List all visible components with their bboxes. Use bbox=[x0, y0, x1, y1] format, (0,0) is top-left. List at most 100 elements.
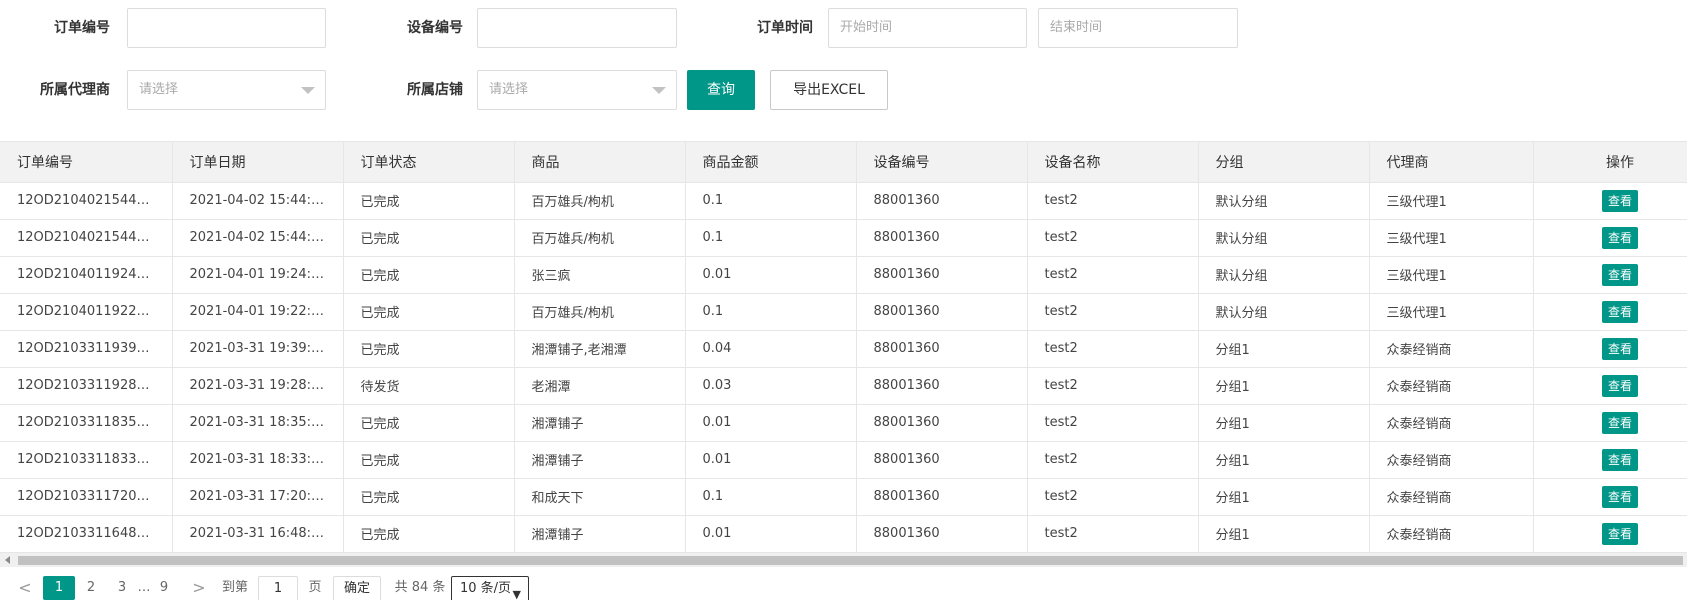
page-3-button[interactable]: 3 bbox=[111, 576, 133, 600]
column-header: 订单编号 bbox=[0, 142, 173, 183]
table-cell: 0.03 bbox=[685, 367, 857, 405]
table-cell: 已完成 bbox=[343, 515, 515, 553]
action-cell: 查看 bbox=[1532, 219, 1687, 257]
table-row: 12OD210401192221… 2021-04-01 19:22:21 已完成百… bbox=[0, 293, 1687, 331]
table-cell: 已完成 bbox=[343, 293, 515, 331]
view-button[interactable]: 查看 bbox=[1601, 374, 1638, 397]
action-cell: 查看 bbox=[1532, 256, 1687, 294]
table-cell: 已完成 bbox=[343, 219, 515, 257]
table-cell: 三级代理1 bbox=[1369, 219, 1534, 257]
store-select[interactable]: 请选择 bbox=[477, 70, 677, 110]
device-no-input[interactable] bbox=[477, 8, 677, 48]
scrollbar-thumb[interactable] bbox=[18, 556, 1683, 565]
pagination: < 1 2 3 … 9 > 到第 1 页 确定 共 84 条 10 条/页 ▼ bbox=[0, 576, 1687, 600]
table-cell: 2021-03-31 16:48:37 bbox=[172, 515, 344, 553]
table-cell: 88001360 bbox=[856, 441, 1028, 479]
table-cell: 88001360 bbox=[856, 404, 1028, 442]
column-header: 设备名称 bbox=[1027, 142, 1199, 183]
scroll-left-icon[interactable] bbox=[5, 556, 10, 564]
table-cell: 88001360 bbox=[856, 219, 1028, 257]
action-cell: 查看 bbox=[1532, 404, 1687, 442]
filter-panel: 订单编号 设备编号 订单时间 开始时间 结束时间 所属代理商 请选择 所属店铺 … bbox=[0, 0, 1687, 140]
table-cell: 和成天下 bbox=[514, 478, 686, 516]
table-cell: 2021-03-31 17:20:57 bbox=[172, 478, 344, 516]
view-button[interactable]: 查看 bbox=[1601, 485, 1638, 508]
export-excel-button[interactable]: 导出EXCEL bbox=[770, 70, 888, 110]
column-header: 设备编号 bbox=[856, 142, 1028, 183]
page-unit-label: 页 bbox=[308, 580, 322, 595]
action-cell: 查看 bbox=[1532, 478, 1687, 516]
table-cell: 12OD210402154429… bbox=[0, 219, 173, 257]
table-cell: 众泰经销商 bbox=[1369, 441, 1534, 479]
table-cell: test2 bbox=[1027, 515, 1199, 553]
table-cell: 0.01 bbox=[685, 515, 857, 553]
table-cell: 三级代理1 bbox=[1369, 256, 1534, 294]
agent-label: 所属代理商 bbox=[40, 82, 110, 98]
table-cell: 湘潭铺子,老湘潭 bbox=[514, 330, 686, 368]
table-cell: test2 bbox=[1027, 441, 1199, 479]
column-header: 商品金额 bbox=[685, 142, 857, 183]
prev-page-icon[interactable]: < bbox=[16, 576, 34, 600]
pager-ellipsis: … bbox=[137, 580, 151, 595]
table-row: 12OD210331172057… 2021-03-31 17:20:57 已完成和… bbox=[0, 478, 1687, 516]
table-cell: 12OD210331183536T… bbox=[0, 404, 173, 442]
next-page-icon[interactable]: > bbox=[190, 576, 208, 600]
goto-confirm-button[interactable]: 确定 bbox=[333, 576, 381, 600]
table-header-row: 订单编号 订单日期 订单状态 商品 商品金额 设备编号 设备名称 分组 代理商 操作 bbox=[0, 142, 1687, 183]
end-time-input[interactable]: 结束时间 bbox=[1038, 8, 1238, 48]
table-cell: 已完成 bbox=[343, 404, 515, 442]
table-cell: 12OD210401192221… bbox=[0, 293, 173, 331]
goto-page-input[interactable]: 1 bbox=[258, 576, 298, 600]
page-1-button[interactable]: 1 bbox=[43, 576, 75, 600]
chevron-down-icon bbox=[301, 87, 315, 94]
view-button[interactable]: 查看 bbox=[1601, 337, 1638, 360]
page-size-value: 10 条/页 bbox=[460, 581, 512, 596]
action-cell: 查看 bbox=[1532, 293, 1687, 331]
table-cell: 12OD210402154458… bbox=[0, 182, 173, 220]
view-button[interactable]: 查看 bbox=[1601, 300, 1638, 323]
table-cell: 0.01 bbox=[685, 404, 857, 442]
table-cell: 2021-03-31 18:35:36 bbox=[172, 404, 344, 442]
table-row: 12OD210331183536T… 2021-03-31 18:35:36 已完成… bbox=[0, 404, 1687, 442]
chevron-down-icon bbox=[652, 87, 666, 94]
table-cell: 分组1 bbox=[1198, 330, 1370, 368]
table-cell: 2021-04-01 19:22:21 bbox=[172, 293, 344, 331]
action-cell: 查看 bbox=[1532, 441, 1687, 479]
view-button[interactable]: 查看 bbox=[1601, 522, 1638, 545]
action-cell: 查看 bbox=[1532, 182, 1687, 220]
table-cell: test2 bbox=[1027, 219, 1199, 257]
action-cell: 查看 bbox=[1532, 367, 1687, 405]
store-label: 所属店铺 bbox=[407, 82, 463, 98]
view-button[interactable]: 查看 bbox=[1601, 411, 1638, 434]
query-button[interactable]: 查询 bbox=[687, 70, 755, 110]
table-cell: test2 bbox=[1027, 478, 1199, 516]
start-time-input[interactable]: 开始时间 bbox=[828, 8, 1027, 48]
view-button[interactable]: 查看 bbox=[1601, 263, 1638, 286]
horizontal-scrollbar[interactable] bbox=[0, 553, 1687, 567]
table-cell: 默认分组 bbox=[1198, 293, 1370, 331]
table-cell: test2 bbox=[1027, 256, 1199, 294]
agent-select-value: 请选择 bbox=[139, 82, 179, 97]
order-no-input[interactable] bbox=[127, 8, 326, 48]
agent-select[interactable]: 请选择 bbox=[127, 70, 326, 110]
table-cell: 湘潭铺子 bbox=[514, 515, 686, 553]
table-cell: 88001360 bbox=[856, 182, 1028, 220]
table-cell: 众泰经销商 bbox=[1369, 367, 1534, 405]
page-size-select[interactable]: 10 条/页 ▼ bbox=[451, 576, 529, 600]
table-cell: 众泰经销商 bbox=[1369, 515, 1534, 553]
view-button[interactable]: 查看 bbox=[1601, 226, 1638, 249]
total-count: 共 84 条 bbox=[394, 580, 446, 595]
table-cell: 88001360 bbox=[856, 367, 1028, 405]
table-row: 12OD210331193907… 2021-03-31 19:39:07 已完成湘… bbox=[0, 330, 1687, 368]
view-button[interactable]: 查看 bbox=[1601, 448, 1638, 471]
column-header: 操作 bbox=[1532, 142, 1687, 183]
table-cell: test2 bbox=[1027, 293, 1199, 331]
order-no-label: 订单编号 bbox=[54, 20, 110, 36]
table-cell: 众泰经销商 bbox=[1369, 478, 1534, 516]
view-button[interactable]: 查看 bbox=[1601, 189, 1638, 212]
page-last-button[interactable]: 9 bbox=[153, 576, 175, 600]
table-cell: 2021-03-31 19:39:07 bbox=[172, 330, 344, 368]
page-2-button[interactable]: 2 bbox=[80, 576, 102, 600]
table-row: 12OD210402154429… 2021-04-02 15:44:29 已完成百… bbox=[0, 219, 1687, 257]
table-cell: 12OD210331164837… bbox=[0, 515, 173, 553]
